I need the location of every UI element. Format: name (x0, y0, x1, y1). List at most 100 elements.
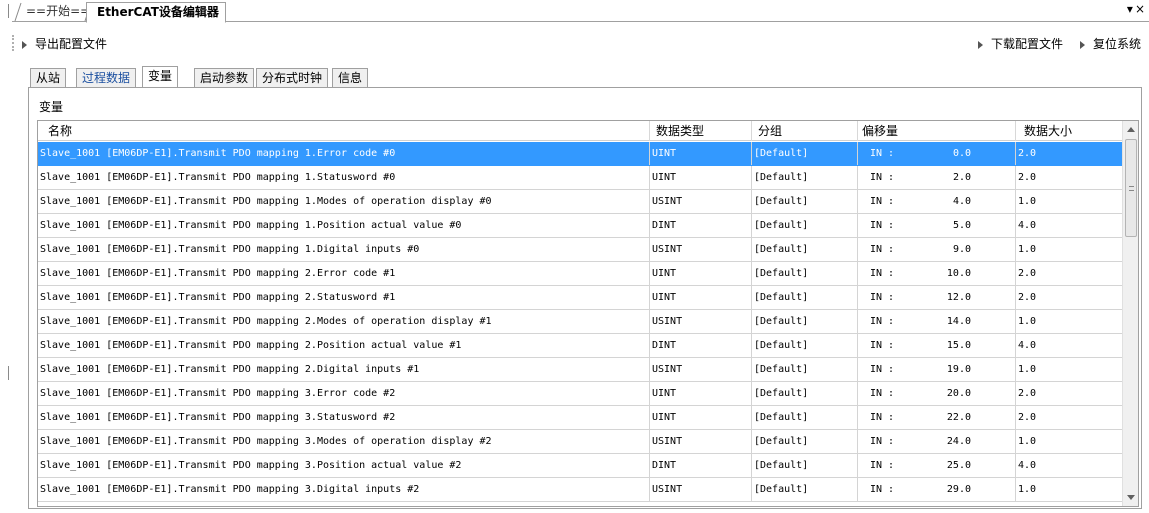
cell-direction: IN : (870, 292, 895, 303)
cell-data-type: USINT (650, 478, 752, 501)
cell-name: Slave_1001 [EM06DP-E1].Transmit PDO mapp… (38, 166, 650, 189)
cell-offset: IN : 22.0 (858, 406, 1016, 429)
table-row[interactable]: Slave_1001 [EM06DP-E1].Transmit PDO mapp… (38, 334, 1123, 358)
table-row[interactable]: Slave_1001 [EM06DP-E1].Transmit PDO mapp… (38, 358, 1123, 382)
cell-data-size: 1.0 (1018, 364, 1037, 375)
cell-data-size: 1.0 (1018, 244, 1037, 255)
toolbar-grip[interactable] (12, 35, 14, 51)
play-arrow-icon (1080, 40, 1085, 49)
panel-title: 变量 (39, 100, 64, 114)
scrollbar-grip-icon (1129, 186, 1134, 191)
cell-direction: IN : (870, 340, 895, 351)
table-row[interactable]: Slave_1001 [EM06DP-E1].Transmit PDO mapp… (38, 454, 1123, 478)
cell-offset: IN : 25.0 (858, 454, 1016, 477)
doc-tab-ethercat-editor[interactable]: EtherCAT设备编辑器 (86, 2, 226, 23)
tab-variables[interactable]: 变量 (142, 66, 179, 88)
cell-data-type: UINT (650, 382, 752, 405)
cell-data-size: 1.0 (1018, 484, 1037, 495)
column-header-data-size[interactable]: 数据大小 (1016, 121, 1123, 141)
cell-data-type: DINT (650, 214, 752, 237)
cell-data-type: UINT (650, 262, 752, 285)
table-row[interactable]: Slave_1001 [EM06DP-E1].Transmit PDO mapp… (38, 406, 1123, 430)
cell-data-size: 1.0 (1018, 196, 1037, 207)
cell-direction: IN : (870, 436, 895, 447)
cell-offset-value: 14.0 (946, 316, 971, 327)
table-row[interactable]: Slave_1001 [EM06DP-E1].Transmit PDO mapp… (38, 214, 1123, 238)
cell-direction: IN : (870, 388, 895, 399)
column-header-name[interactable]: 名称 (38, 121, 650, 141)
cell-group: [Default] (752, 406, 858, 429)
table-row[interactable]: Slave_1001 [EM06DP-E1].Transmit PDO mapp… (38, 382, 1123, 406)
cell-offset: IN : 5.0 (858, 214, 1016, 237)
cell-data-type: UINT (650, 286, 752, 309)
tab-list-dropdown-icon[interactable]: ▾ (1127, 2, 1135, 16)
table-row[interactable]: Slave_1001 [EM06DP-E1].Transmit PDO mapp… (38, 166, 1123, 190)
cell-offset: IN : 0.0 (858, 142, 1016, 165)
cell-name: Slave_1001 [EM06DP-E1].Transmit PDO mapp… (38, 406, 650, 429)
scroll-down-icon[interactable] (1127, 495, 1135, 500)
cell-offset: IN : 29.0 (858, 478, 1016, 501)
tab-startup-parameters[interactable]: 启动参数 (194, 68, 255, 88)
tab-distributed-clock[interactable]: 分布式时钟 (256, 68, 329, 88)
cell-data-size: 1.0 (1018, 316, 1037, 327)
cell-data-size: 2.0 (1018, 292, 1037, 303)
table-row[interactable]: Slave_1001 [EM06DP-E1].Transmit PDO mapp… (38, 238, 1123, 262)
cell-offset-value: 5.0 (952, 220, 971, 231)
cell-group: [Default] (752, 238, 858, 261)
cell-offset-value: 24.0 (946, 436, 971, 447)
cell-offset-value: 9.0 (952, 244, 971, 255)
reset-system-label: 复位系统 (1093, 37, 1142, 51)
reset-system-button[interactable]: 复位系统 (1080, 34, 1141, 54)
cell-name: Slave_1001 [EM06DP-E1].Transmit PDO mapp… (38, 262, 650, 285)
cell-offset-value: 25.0 (946, 460, 971, 471)
cell-name: Slave_1001 [EM06DP-E1].Transmit PDO mapp… (38, 214, 650, 237)
table-row[interactable]: Slave_1001 [EM06DP-E1].Transmit PDO mapp… (38, 310, 1123, 334)
column-header-group[interactable]: 分组 (752, 121, 858, 141)
cell-data-type: USINT (650, 310, 752, 333)
cell-offset: IN : 19.0 (858, 358, 1016, 381)
table-row[interactable]: Slave_1001 [EM06DP-E1].Transmit PDO mapp… (38, 430, 1123, 454)
cell-offset: IN : 2.0 (858, 166, 1016, 189)
scroll-up-icon[interactable] (1127, 127, 1135, 132)
column-header-offset[interactable]: 偏移量 (858, 121, 1016, 141)
cell-group: [Default] (752, 214, 858, 237)
table-row[interactable]: Slave_1001 [EM06DP-E1].Transmit PDO mapp… (38, 262, 1123, 286)
cell-group: [Default] (752, 190, 858, 213)
tab-process-data[interactable]: 过程数据 (76, 68, 137, 88)
cell-name: Slave_1001 [EM06DP-E1].Transmit PDO mapp… (38, 190, 650, 213)
table-row[interactable]: Slave_1001 [EM06DP-E1].Transmit PDO mapp… (38, 478, 1123, 502)
cell-name: Slave_1001 [EM06DP-E1].Transmit PDO mapp… (38, 334, 650, 357)
table-row[interactable]: Slave_1001 [EM06DP-E1].Transmit PDO mapp… (38, 286, 1123, 310)
table-row[interactable]: Slave_1001 [EM06DP-E1].Transmit PDO mapp… (38, 142, 1123, 166)
close-icon[interactable]: × (1135, 2, 1147, 16)
column-header-data-type[interactable]: 数据类型 (650, 121, 752, 141)
export-config-button[interactable]: 导出配置文件 (22, 34, 107, 54)
scrollbar-thumb[interactable] (1125, 139, 1137, 237)
cell-data-size: 4.0 (1018, 220, 1037, 231)
cell-direction: IN : (870, 412, 895, 423)
cell-group: [Default] (752, 286, 858, 309)
cell-data-type: USINT (650, 358, 752, 381)
download-config-button[interactable]: 下载配置文件 (978, 34, 1063, 54)
cell-name: Slave_1001 [EM06DP-E1].Transmit PDO mapp… (38, 358, 650, 381)
tab-info[interactable]: 信息 (332, 68, 369, 88)
cell-data-type: UINT (650, 142, 752, 165)
download-config-label: 下载配置文件 (991, 37, 1064, 51)
left-gutter (0, 0, 12, 513)
variables-table: 名称 数据类型 分组 偏移量 数据大小 Slave_1001 [EM06DP-E… (37, 120, 1139, 507)
tab-slave[interactable]: 从站 (30, 68, 67, 88)
cell-direction: IN : (870, 172, 895, 183)
gutter-bracket-bottom (8, 366, 10, 380)
cell-data-size: 2.0 (1018, 172, 1037, 183)
cell-data-size: 1.0 (1018, 436, 1037, 447)
cell-data-type: USINT (650, 430, 752, 453)
variables-panel: 变量 名称 数据类型 分组 偏移量 数据大小 Slave_1001 [EM06D… (28, 87, 1142, 509)
table-row[interactable]: Slave_1001 [EM06DP-E1].Transmit PDO mapp… (38, 190, 1123, 214)
cell-offset-value: 15.0 (946, 340, 971, 351)
cell-data-size: 2.0 (1018, 268, 1037, 279)
cell-name: Slave_1001 [EM06DP-E1].Transmit PDO mapp… (38, 454, 650, 477)
vertical-scrollbar[interactable] (1122, 121, 1138, 506)
cell-group: [Default] (752, 478, 858, 501)
cell-offset: IN : 9.0 (858, 238, 1016, 261)
cell-group: [Default] (752, 430, 858, 453)
